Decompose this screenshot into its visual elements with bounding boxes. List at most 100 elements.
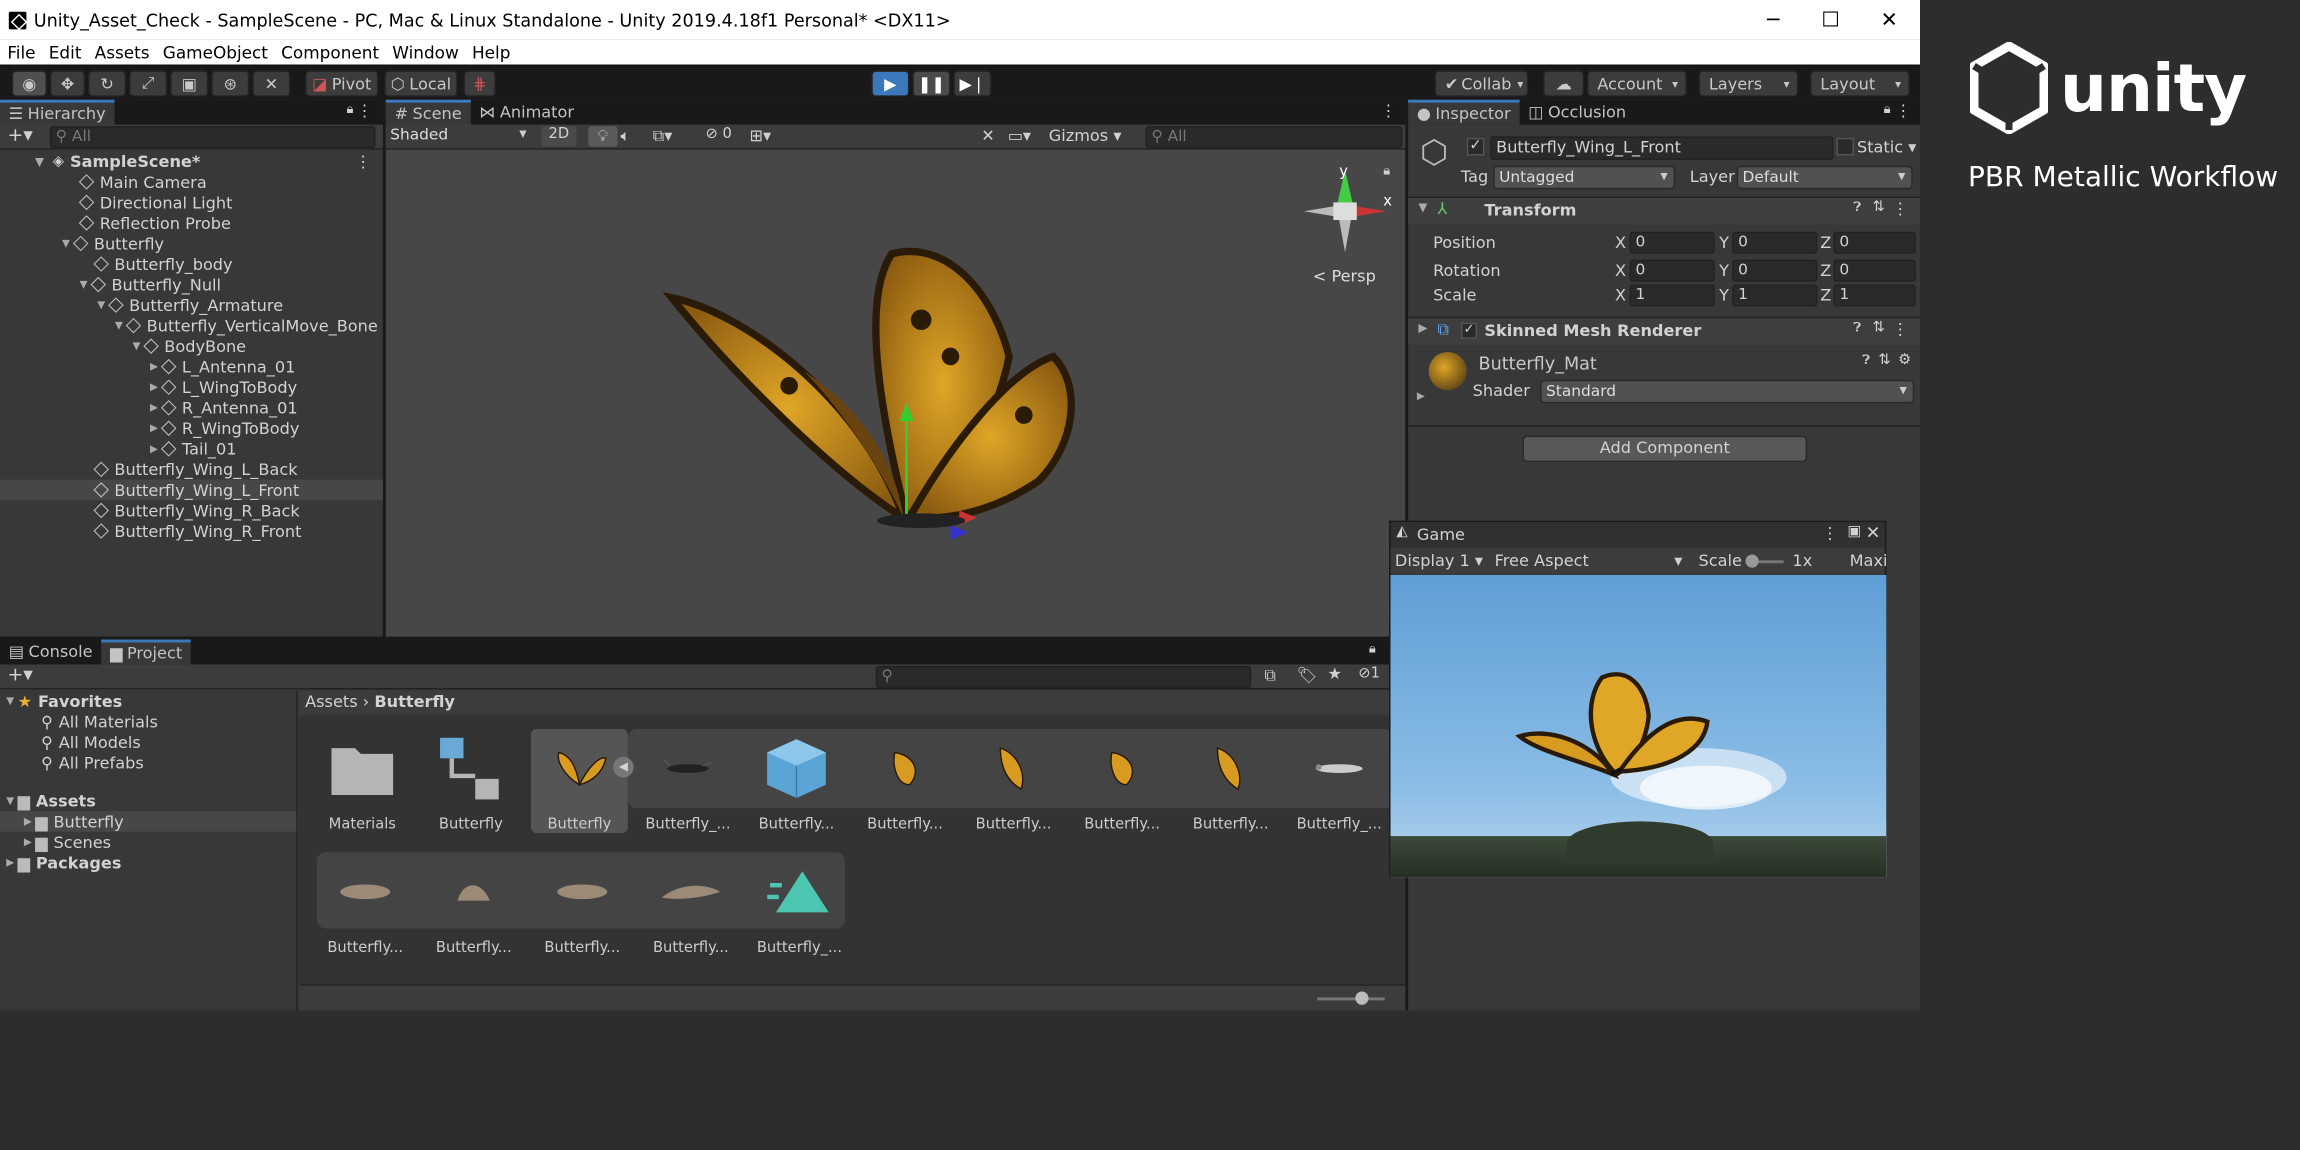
project-search-input[interactable]: ⚲	[875, 665, 1252, 688]
scale-z-field[interactable]: 1	[1833, 284, 1916, 307]
gear-icon[interactable]: ⚙	[1898, 352, 1911, 368]
menu-edit[interactable]: Edit	[49, 42, 82, 63]
expand-arrow-icon[interactable]: ▶	[147, 361, 162, 373]
lighting-toggle-icon[interactable]: 💡︎	[588, 126, 618, 147]
tree-item-reflection-probe[interactable]: Reflection Probe	[0, 213, 383, 234]
tree-item-butterfly-body[interactable]: Butterfly_body	[0, 254, 383, 275]
foldout-arrow-icon[interactable]: ▶	[1418, 321, 1427, 334]
help-icon[interactable]: ❓︎	[1862, 353, 1870, 368]
tab-hierarchy[interactable]: ☰ Hierarchy	[0, 99, 115, 125]
effects-toggle-icon[interactable]: ⧉▾	[653, 126, 673, 147]
game-tab-label[interactable]: Game	[1417, 525, 1465, 544]
game-viewport[interactable]	[1390, 574, 1887, 878]
favorite-all-prefabs[interactable]: ⚲ All Prefabs	[0, 752, 296, 773]
view-tool-icon[interactable]: ◉	[11, 70, 47, 97]
tab-occlusion[interactable]: ◫ Occlusion	[1519, 100, 1634, 125]
persp-label[interactable]: < Persp	[1313, 267, 1376, 286]
component-menu-icon[interactable]: ⋮	[1892, 199, 1908, 218]
expand-arrow-icon[interactable]: ▶	[147, 402, 162, 414]
tree-item-wing-r-back[interactable]: Butterfly_Wing_R_Back	[0, 500, 383, 521]
kebab-menu-icon[interactable]: ⋮	[1380, 101, 1396, 120]
asset-butterfly-controller[interactable]: Butterfly	[422, 729, 519, 833]
scene-search-input[interactable]: ⚲ All	[1145, 126, 1403, 149]
account-dropdown[interactable]: Account ▾	[1587, 70, 1687, 97]
2d-toggle[interactable]: 2D	[541, 126, 577, 147]
shading-mode-dropdown[interactable]: Shaded	[385, 124, 533, 149]
icon-size-slider[interactable]	[1317, 997, 1385, 1001]
menu-gameobject[interactable]: GameObject	[163, 42, 268, 63]
asset-wing-mesh-1[interactable]: Butterfly...	[317, 852, 414, 956]
favorite-star-icon[interactable]: ★	[1327, 664, 1341, 683]
maximize-on-play-toggle[interactable]: Maxi	[1850, 552, 1888, 571]
position-y-field[interactable]: 0	[1732, 231, 1818, 254]
preset-icon[interactable]: ⇅	[1873, 320, 1885, 336]
breadcrumb-assets[interactable]: Assets	[305, 692, 358, 711]
filter-type-icon[interactable]: ⧉	[1264, 666, 1276, 687]
gizmos-dropdown[interactable]: Gizmos ▾	[1049, 126, 1122, 145]
scene-menu-icon[interactable]: ⋮	[355, 152, 371, 171]
layout-dropdown[interactable]: Layout ▾	[1810, 70, 1910, 97]
rotation-z-field[interactable]: 0	[1833, 259, 1916, 282]
lock-icon[interactable]: 🔒︎	[1884, 103, 1891, 118]
add-component-button[interactable]: Add Component	[1522, 435, 1808, 463]
shader-dropdown[interactable]: Standard	[1540, 379, 1915, 404]
menu-file[interactable]: File	[7, 42, 35, 63]
icon-size-slider-thumb[interactable]	[1355, 991, 1369, 1005]
move-tool-icon[interactable]: ✥	[49, 70, 86, 97]
scale-x-field[interactable]: 1	[1629, 284, 1715, 307]
menu-assets[interactable]: Assets	[95, 42, 150, 63]
renderer-enabled-checkbox[interactable]: ✓	[1460, 322, 1478, 339]
object-name-field[interactable]: Butterfly_Wing_L_Front	[1490, 136, 1834, 160]
help-icon[interactable]: ❓︎	[1853, 321, 1861, 336]
tab-console[interactable]: ▤ Console	[0, 640, 101, 665]
step-button[interactable]: ▶❘	[953, 70, 992, 97]
tree-item-butterfly[interactable]: ▼ Butterfly	[0, 233, 383, 254]
scenes-folder-row[interactable]: ▶ ▆ Scenes	[0, 832, 296, 853]
camera-dropdown-icon[interactable]: ▭▾	[1008, 126, 1031, 145]
tab-inspector[interactable]: ● Inspector	[1408, 99, 1520, 125]
static-dropdown[interactable]: Static ▾	[1857, 138, 1916, 157]
scale-slider-thumb[interactable]	[1745, 554, 1759, 568]
butterfly-scene-model[interactable]	[657, 239, 1097, 562]
tree-item-wing-l-back[interactable]: Butterfly_Wing_L_Back	[0, 459, 383, 480]
create-button[interactable]: +▾	[7, 125, 33, 147]
expand-arrow-icon[interactable]: ▼	[129, 340, 144, 352]
collab-dropdown[interactable]: ✔ Collab ▾	[1434, 70, 1529, 97]
tree-item-tail[interactable]: ▶ Tail_01	[0, 439, 383, 460]
asset-wing-3[interactable]: Butterfly...	[1074, 729, 1171, 833]
gizmo-lock-icon[interactable]: 🔒︎	[1383, 164, 1390, 179]
scale-y-field[interactable]: 1	[1732, 284, 1818, 307]
transform-tool-icon[interactable]: ⊛	[211, 70, 250, 97]
tree-item-wing-r-front[interactable]: Butterfly_Wing_R_Front	[0, 521, 383, 542]
active-checkbox[interactable]: ✓	[1466, 137, 1485, 156]
asset-butterfly-model[interactable]: Butterfly_...	[640, 729, 737, 833]
tag-dropdown[interactable]: Untagged	[1493, 165, 1676, 190]
close-button[interactable]: ✕	[1860, 0, 1919, 40]
expand-arrow-icon[interactable]: ▶	[147, 443, 162, 455]
tree-item-r-wingtobody[interactable]: ▶ R_WingToBody	[0, 418, 383, 439]
expand-arrow-icon[interactable]: ▼	[3, 695, 18, 707]
expand-arrow-icon[interactable]: ▶	[147, 381, 162, 393]
expand-arrow-icon[interactable]: ▶	[21, 816, 36, 828]
expand-arrow-icon[interactable]: ▼	[111, 320, 126, 332]
layers-dropdown[interactable]: Layers ▾	[1698, 70, 1799, 97]
lock-icon[interactable]: 🔒︎	[1369, 642, 1376, 657]
skinned-mesh-renderer-header[interactable]: ▶ ⧉ ✓ Skinned Mesh Renderer ❓︎ ⇅ ⋮	[1408, 318, 1921, 345]
create-button[interactable]: +▾	[7, 664, 33, 686]
rotate-tool-icon[interactable]: ↻	[88, 70, 127, 97]
close-window-icon[interactable]: ✕	[1866, 522, 1881, 543]
position-z-field[interactable]: 0	[1833, 231, 1916, 254]
play-button[interactable]: ▶	[871, 70, 910, 97]
tree-item-main-camera[interactable]: Main Camera	[0, 172, 383, 193]
hidden-objects-toggle[interactable]: ⊘ 0	[706, 126, 732, 142]
menu-window[interactable]: Window	[392, 42, 459, 63]
kebab-menu-icon[interactable]: ⋮	[1822, 524, 1838, 543]
collapse-arrow-icon[interactable]: ◀	[613, 756, 634, 778]
asset-animation-clip[interactable]: Butterfly_...	[751, 852, 848, 956]
kebab-menu-icon[interactable]: ⋮	[1895, 101, 1911, 120]
asset-wing-mesh-4[interactable]: Butterfly...	[642, 852, 739, 956]
display-dropdown[interactable]: Display 1 ▾	[1395, 552, 1483, 571]
tree-item-l-wingtobody[interactable]: ▶ L_WingToBody	[0, 377, 383, 398]
pause-button[interactable]: ❚❚	[912, 70, 951, 97]
grid-snap-icon[interactable]: ⋕	[463, 70, 496, 97]
